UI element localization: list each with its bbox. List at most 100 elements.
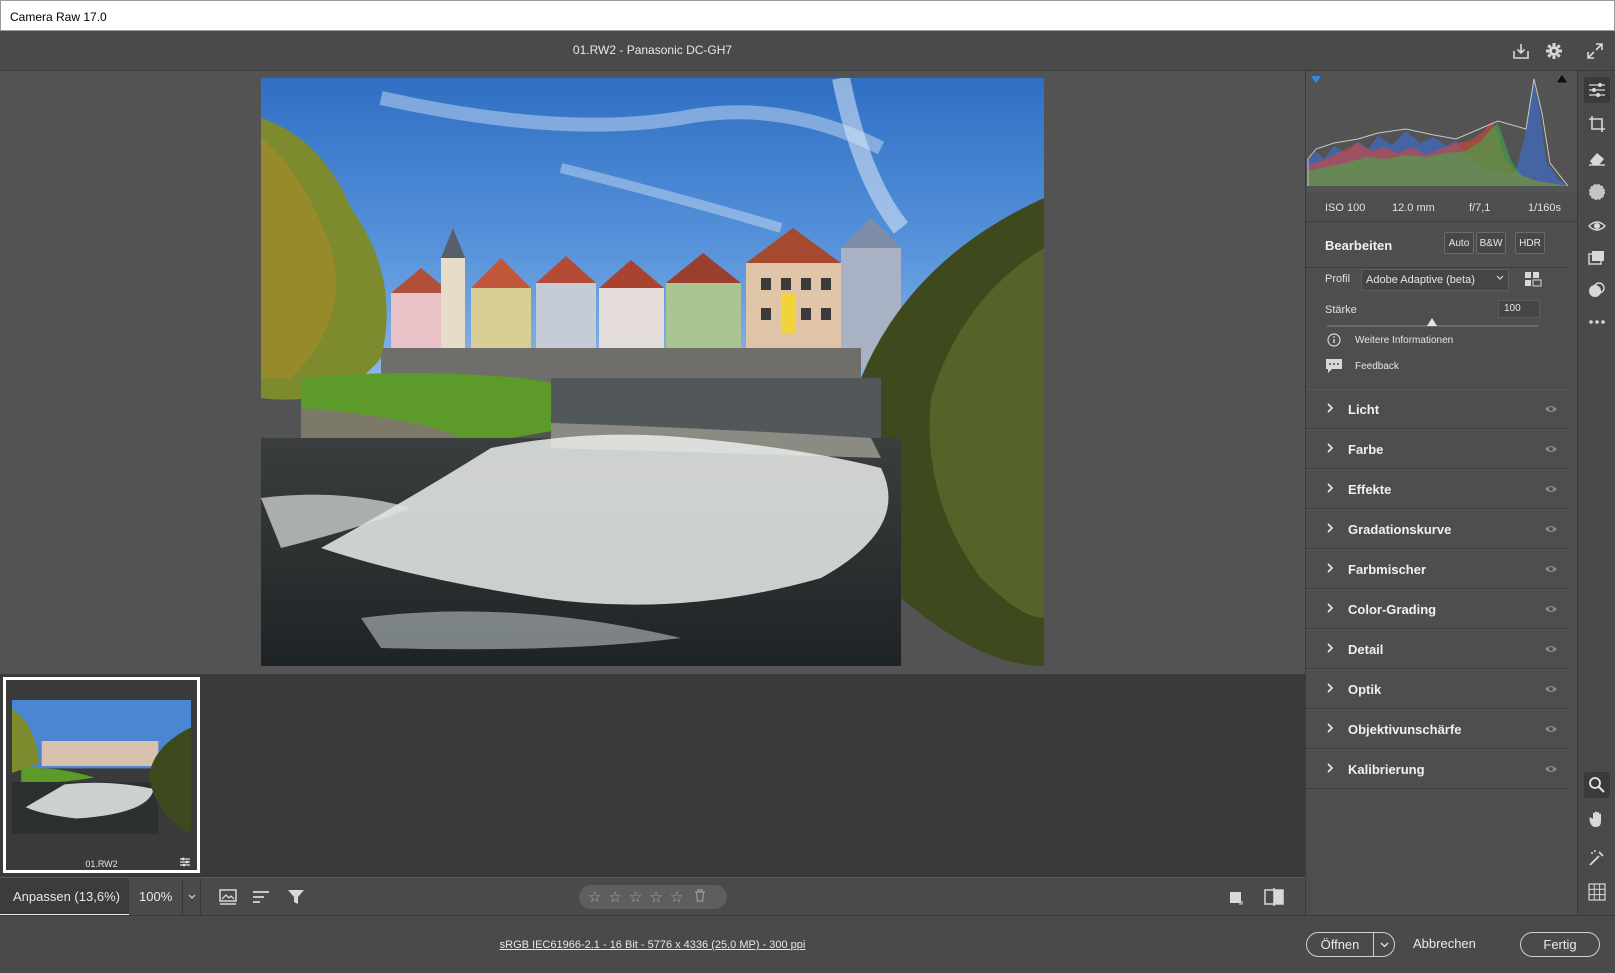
star-rating[interactable]: ☆ ☆ ☆ ☆ ☆ — [579, 885, 727, 909]
color-sampler-icon[interactable] — [1584, 845, 1610, 871]
visibility-eye-icon[interactable] — [1544, 403, 1558, 417]
section-label: Licht — [1348, 402, 1380, 417]
single-view-icon[interactable] — [1224, 886, 1248, 908]
section-farbe[interactable]: Farbe — [1306, 429, 1568, 469]
section-effekte[interactable]: Effekte — [1306, 469, 1568, 509]
chevron-down-icon[interactable] — [1496, 273, 1504, 286]
section-label: Color-Grading — [1348, 602, 1437, 617]
amount-value-field[interactable]: 100 — [1498, 300, 1540, 318]
feedback-link[interactable]: Feedback — [1355, 361, 1399, 372]
save-icon[interactable] — [1510, 40, 1532, 62]
edit-sections: Licht Farbe Effekte Gradationskurve Farb… — [1306, 389, 1568, 789]
thumbnail-filename: 01.RW2 — [85, 859, 118, 869]
profile-browser-icon[interactable] — [1524, 271, 1542, 290]
section-label: Farbe — [1348, 442, 1384, 457]
file-title: 01.RW2 - Panasonic DC-GH7 — [572, 43, 733, 57]
crop-icon[interactable] — [1584, 111, 1610, 137]
section-kalibrierung[interactable]: Kalibrierung — [1306, 749, 1568, 789]
visibility-eye-icon[interactable] — [1544, 683, 1558, 697]
thumbnail-item[interactable]: 01.RW2 — [3, 677, 200, 873]
before-after-icon[interactable] — [1262, 886, 1286, 908]
rating-star-icon[interactable]: ☆ — [588, 890, 601, 905]
amount-slider-thumb[interactable] — [1427, 318, 1437, 326]
section-label: Gradationskurve — [1348, 522, 1452, 537]
chevron-right-icon — [1326, 442, 1334, 457]
settings-gear-icon[interactable] — [1543, 40, 1565, 62]
image-canvas[interactable] — [0, 71, 1305, 674]
amount-label: Stärke — [1325, 304, 1357, 316]
cancel-button[interactable]: Abbrechen — [1413, 936, 1476, 951]
exif-info: ISO 100 12.0 mm f/7,1 1/160s — [1306, 192, 1578, 222]
visibility-eye-icon[interactable] — [1544, 723, 1558, 737]
visibility-eye-icon[interactable] — [1544, 563, 1558, 577]
masking-icon[interactable] — [1584, 179, 1610, 205]
chevron-right-icon — [1326, 642, 1334, 657]
eraser-icon[interactable] — [1584, 145, 1610, 171]
section-optik[interactable]: Optik — [1306, 669, 1568, 709]
fullscreen-expand-icon[interactable] — [1584, 40, 1606, 62]
chevron-right-icon — [1326, 722, 1334, 737]
workflow-options-link[interactable]: sRGB IEC61966-2.1 - 16 Bit - 5776 x 4336… — [0, 939, 1305, 951]
section-label: Objektivunschärfe — [1348, 722, 1462, 737]
visibility-eye-icon[interactable] — [1544, 523, 1558, 537]
rating-star-icon[interactable]: ☆ — [608, 890, 621, 905]
chevron-down-icon[interactable] — [1374, 933, 1395, 956]
filmstrip-view-icon[interactable] — [218, 886, 242, 908]
more-info-link[interactable]: Weitere Informationen — [1355, 335, 1453, 346]
bw-button[interactable]: B&W — [1476, 232, 1506, 254]
snapshot-icon[interactable] — [1584, 277, 1610, 303]
exif-aperture: f/7,1 — [1469, 202, 1491, 214]
exif-shutter: 1/160s — [1528, 202, 1562, 214]
rating-star-icon[interactable]: ☆ — [629, 890, 642, 905]
window-titlebar: Camera Raw 17.0 — [0, 0, 1615, 31]
bottom-toolbar: Anpassen (13,6%) 100% ☆ ☆ ☆ ☆ ☆ — [0, 877, 1305, 916]
section-gradationskurve[interactable]: Gradationskurve — [1306, 509, 1568, 549]
red-eye-icon[interactable] — [1584, 213, 1610, 239]
edit-panel: ISO 100 12.0 mm f/7,1 1/160s Bearbeiten … — [1305, 71, 1578, 915]
histogram — [1306, 71, 1578, 192]
section-color-grading[interactable]: Color-Grading — [1306, 589, 1568, 629]
rating-star-icon[interactable]: ☆ — [670, 890, 683, 905]
chevron-down-icon[interactable] — [182, 878, 200, 916]
zoom-icon[interactable] — [1584, 772, 1610, 798]
section-label: Farbmischer — [1348, 562, 1427, 577]
main-photo — [261, 78, 1044, 666]
section-detail[interactable]: Detail — [1306, 629, 1568, 669]
profile-label: Profil — [1325, 273, 1351, 285]
filter-icon[interactable] — [284, 886, 308, 908]
section-farbmischer[interactable]: Farbmischer — [1306, 549, 1568, 589]
done-button[interactable]: Fertig — [1520, 932, 1600, 957]
section-label: Optik — [1348, 682, 1382, 697]
visibility-eye-icon[interactable] — [1544, 763, 1558, 777]
edit-header: Bearbeiten Auto B&W HDR — [1306, 222, 1568, 268]
fit-zoom-button[interactable]: Anpassen (13,6%) — [0, 878, 129, 916]
presets-icon[interactable] — [1584, 245, 1610, 271]
visibility-eye-icon[interactable] — [1544, 483, 1558, 497]
section-label: Effekte — [1348, 482, 1392, 497]
edit-sliders-icon[interactable] — [1584, 77, 1610, 103]
visibility-eye-icon[interactable] — [1544, 603, 1558, 617]
chevron-right-icon — [1326, 562, 1334, 577]
rating-star-icon[interactable]: ☆ — [649, 890, 662, 905]
visibility-eye-icon[interactable] — [1544, 443, 1558, 457]
visibility-eye-icon[interactable] — [1544, 643, 1558, 657]
hdr-button[interactable]: HDR — [1515, 232, 1545, 254]
grid-icon[interactable] — [1584, 879, 1610, 905]
open-button[interactable]: Öffnen — [1306, 932, 1395, 957]
feedback-icon — [1325, 358, 1343, 377]
zoom-level-value: 100% — [139, 889, 173, 904]
info-icon — [1327, 333, 1341, 350]
auto-button[interactable]: Auto — [1444, 232, 1474, 254]
open-button-label[interactable]: Öffnen — [1307, 937, 1373, 952]
profile-select[interactable]: Adobe Adaptive (beta) — [1361, 269, 1509, 291]
trash-icon[interactable] — [694, 889, 706, 905]
section-objektivunschaerfe[interactable]: Objektivunschärfe — [1306, 709, 1568, 749]
section-licht[interactable]: Licht — [1306, 389, 1568, 429]
more-icon[interactable] — [1584, 309, 1610, 335]
chevron-right-icon — [1326, 602, 1334, 617]
chevron-right-icon — [1326, 522, 1334, 537]
sort-icon[interactable] — [250, 886, 274, 908]
header-bar: 01.RW2 - Panasonic DC-GH7 — [0, 31, 1615, 71]
zoom-level-select[interactable]: 100% — [129, 878, 201, 916]
hand-icon[interactable] — [1584, 806, 1610, 832]
